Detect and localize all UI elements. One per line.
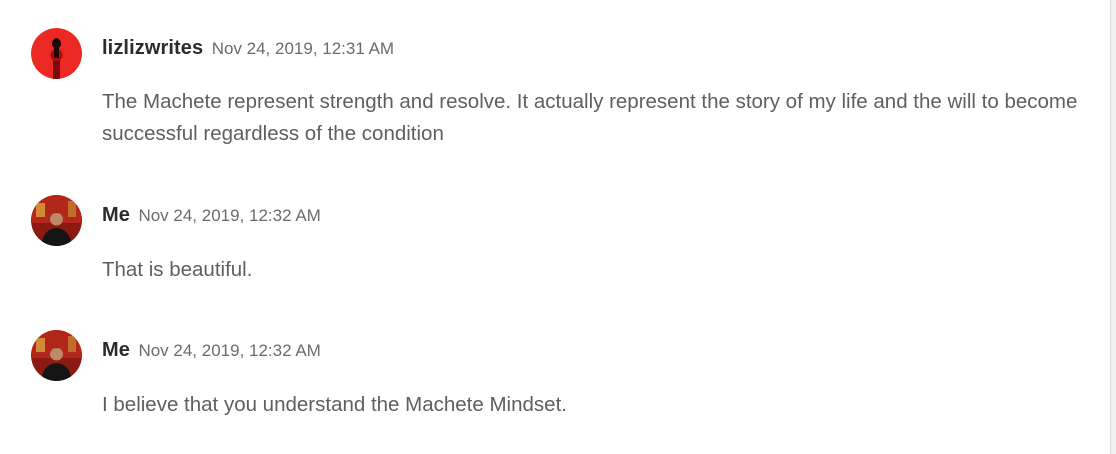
avatar[interactable] — [31, 195, 82, 246]
message-header: Me Nov 24, 2019, 12:32 AM — [102, 339, 321, 362]
message-item: lizlizwrites Nov 24, 2019, 12:31 AM The … — [0, 0, 1100, 170]
message-thread: lizlizwrites Nov 24, 2019, 12:31 AM The … — [0, 0, 1108, 454]
author-name[interactable]: Me — [102, 339, 130, 361]
scrollbar-track[interactable] — [1110, 0, 1116, 454]
message-text: That is beautiful. — [102, 258, 253, 281]
author-name[interactable]: lizlizwrites — [102, 37, 203, 59]
user-avatar-photo-icon — [31, 195, 82, 246]
message-item: Me Nov 24, 2019, 12:32 AM That is beauti… — [0, 170, 1100, 305]
message-timestamp: Nov 24, 2019, 12:32 AM — [138, 206, 321, 225]
user-avatar-red-icon — [31, 28, 82, 79]
message-timestamp: Nov 24, 2019, 12:31 AM — [211, 39, 395, 58]
message-header: lizlizwrites Nov 24, 2019, 12:31 AM — [102, 37, 394, 60]
avatar[interactable] — [31, 330, 82, 381]
message-text: I believe that you understand the Machet… — [102, 393, 567, 416]
message-header: Me Nov 24, 2019, 12:32 AM — [102, 204, 321, 227]
user-avatar-photo-icon — [31, 330, 82, 381]
message-item: Me Nov 24, 2019, 12:32 AM I believe that… — [0, 305, 1100, 454]
message-text: The Machete represent strength and resol… — [102, 90, 1078, 145]
avatar[interactable] — [31, 28, 82, 79]
author-name[interactable]: Me — [102, 204, 130, 226]
message-timestamp: Nov 24, 2019, 12:32 AM — [138, 341, 321, 360]
